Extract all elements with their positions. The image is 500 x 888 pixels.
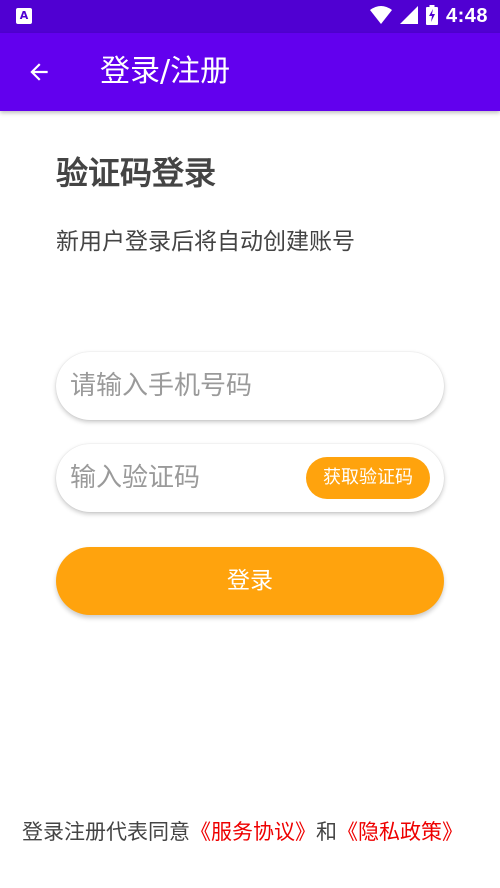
agreement-connector: 和 [316, 820, 337, 844]
service-agreement-link[interactable]: 《服务协议》 [190, 820, 316, 844]
status-bar: A 4:48 [0, 0, 500, 33]
code-input-container: 获取验证码 [56, 444, 444, 512]
login-subtitle: 新用户登录后将自动创建账号 [56, 229, 355, 255]
status-time: 4:48 [445, 5, 488, 27]
cellular-signal-icon [399, 5, 418, 28]
app-bar: 登录/注册 [0, 33, 500, 111]
agreement-text: 登录注册代表同意《服务协议》和《隐私政策》 [22, 818, 482, 847]
status-icons: 4:48 [369, 0, 488, 33]
back-button[interactable] [20, 53, 58, 91]
login-heading: 验证码登录 [56, 154, 217, 192]
wifi-icon [369, 5, 392, 28]
notification-app-icon: A [16, 8, 32, 24]
battery-charging-icon [425, 4, 438, 29]
arrow-left-icon [30, 63, 48, 81]
get-code-button[interactable]: 获取验证码 [306, 457, 430, 499]
login-button[interactable]: 登录 [56, 547, 444, 615]
page-title: 登录/注册 [100, 54, 231, 89]
privacy-policy-link[interactable]: 《隐私政策》 [337, 820, 463, 844]
phone-input-container [56, 352, 444, 420]
agreement-prefix: 登录注册代表同意 [22, 820, 190, 844]
verification-code-input[interactable] [70, 444, 290, 512]
phone-input[interactable] [70, 352, 430, 420]
